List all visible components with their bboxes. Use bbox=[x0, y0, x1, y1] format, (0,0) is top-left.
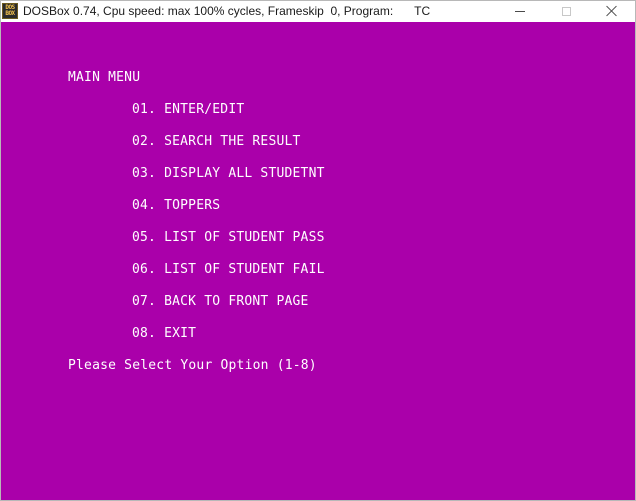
menu-item-exit: 08. EXIT bbox=[132, 326, 197, 341]
icon-text-bottom: BOX bbox=[5, 10, 15, 17]
menu-item-list-pass: 05. LIST OF STUDENT PASS bbox=[132, 230, 325, 245]
maximize-icon bbox=[561, 6, 571, 16]
menu-item-back-front: 07. BACK TO FRONT PAGE bbox=[132, 294, 309, 309]
menu-item-display-all: 03. DISPLAY ALL STUDETNT bbox=[132, 166, 325, 181]
minimize-icon bbox=[515, 11, 525, 12]
menu-item-toppers: 04. TOPPERS bbox=[132, 198, 221, 213]
menu-item-search-result: 02. SEARCH THE RESULT bbox=[132, 134, 301, 149]
close-icon bbox=[606, 5, 618, 17]
option-prompt: Please Select Your Option (1-8) bbox=[68, 358, 317, 373]
window-title: DOSBox 0.74, Cpu speed: max 100% cycles,… bbox=[23, 4, 394, 18]
maximize-button[interactable] bbox=[543, 1, 589, 21]
window-title-program: TC bbox=[414, 4, 431, 18]
dosbox-window: DOS BOX DOSBox 0.74, Cpu speed: max 100%… bbox=[0, 0, 636, 501]
menu-item-list-fail: 06. LIST OF STUDENT FAIL bbox=[132, 262, 325, 277]
title-bar[interactable]: DOS BOX DOSBox 0.74, Cpu speed: max 100%… bbox=[1, 1, 635, 21]
menu-item-enter-edit: 01. ENTER/EDIT bbox=[132, 102, 245, 117]
window-controls bbox=[497, 1, 635, 21]
dosbox-icon[interactable]: DOS BOX bbox=[2, 3, 18, 19]
minimize-button[interactable] bbox=[497, 1, 543, 21]
close-button[interactable] bbox=[589, 1, 635, 21]
dos-screen[interactable]: MAIN MENU 01. ENTER/EDIT 02. SEARCH THE … bbox=[1, 22, 635, 500]
menu-heading: MAIN MENU bbox=[68, 70, 141, 85]
